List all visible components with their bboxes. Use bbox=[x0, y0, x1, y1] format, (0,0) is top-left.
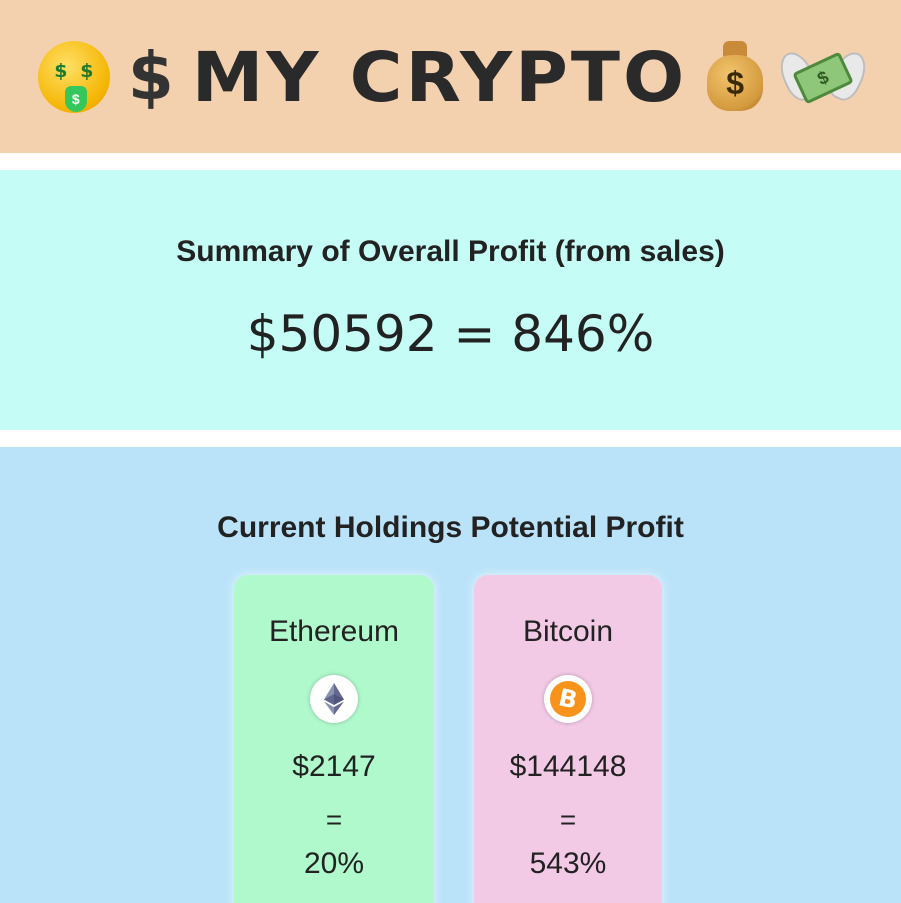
ethereum-card[interactable]: Ethereum $2147 = 20% bbox=[234, 575, 434, 903]
bitcoin-icon: B bbox=[544, 675, 592, 723]
bitcoin-card[interactable]: Bitcoin B $144148 = 543% bbox=[474, 575, 662, 903]
ethereum-icon bbox=[310, 675, 358, 723]
page-title: MY CRYPTO bbox=[191, 36, 688, 117]
dollar-sign-icon: $ bbox=[127, 37, 174, 115]
card-profit-percent: 20% bbox=[303, 847, 365, 880]
card-equals: = bbox=[559, 804, 577, 835]
card-profit-percent: 543% bbox=[529, 847, 607, 880]
card-equals: = bbox=[325, 804, 343, 835]
summary-heading: Summary of Overall Profit (from sales) bbox=[176, 235, 725, 268]
money-bag-icon: $ bbox=[705, 40, 765, 113]
card-profit-value: $2147 bbox=[292, 750, 376, 783]
money-mouth-face-icon: $ $ $ bbox=[37, 40, 110, 113]
card-name: Ethereum bbox=[268, 615, 400, 648]
page-header: $ $ $ $ MY CRYPTO $ $ bbox=[0, 0, 901, 153]
card-profit-value: $144148 bbox=[509, 750, 627, 783]
header-content: $ $ $ $ MY CRYPTO $ $ bbox=[37, 36, 873, 117]
card-name: Bitcoin bbox=[522, 615, 614, 648]
money-with-wings-icon: $ bbox=[774, 41, 873, 113]
holdings-heading: Current Holdings Potential Profit bbox=[217, 511, 684, 544]
summary-profit-value: $50592 = 846% bbox=[246, 305, 655, 363]
summary-section bbox=[0, 170, 901, 430]
